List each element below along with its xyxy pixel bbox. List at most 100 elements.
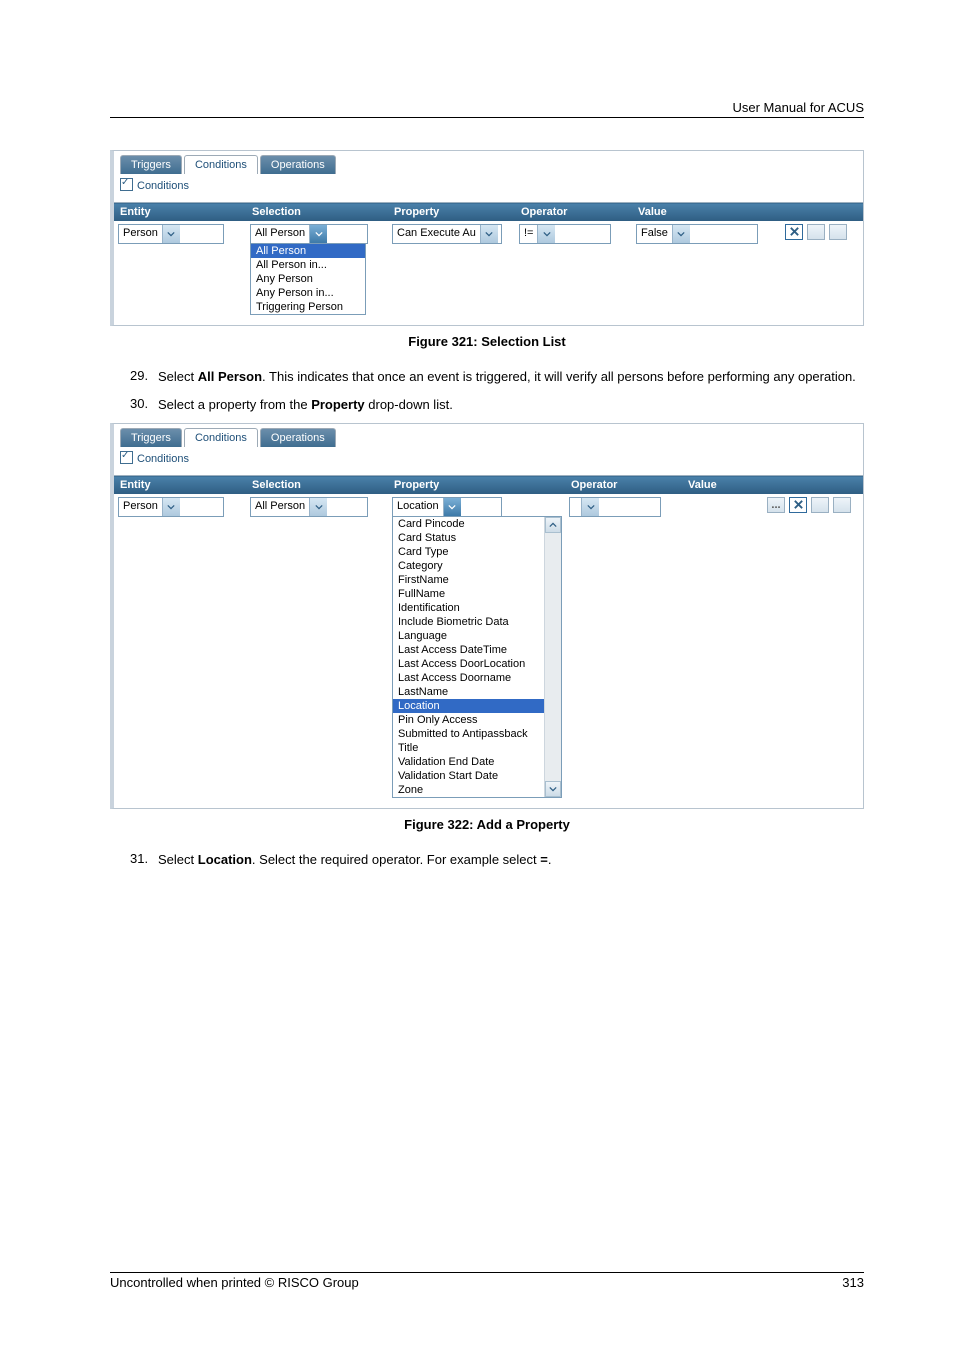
tab-bar: Triggers Conditions Operations (114, 151, 863, 174)
selection-value-text: All Person (251, 225, 309, 243)
col-operator: Operator (565, 476, 682, 495)
figure-322-caption: Figure 322: Add a Property (110, 817, 864, 832)
property-option[interactable]: FirstName (393, 573, 544, 587)
col-entity: Entity (114, 203, 246, 222)
entity-value: Person (119, 225, 162, 243)
chevron-down-icon[interactable] (581, 498, 599, 516)
property-option[interactable]: Last Access DateTime (393, 643, 544, 657)
property-option[interactable]: Validation End Date (393, 755, 544, 769)
entity-dropdown[interactable]: Person (118, 497, 224, 517)
action-button-3[interactable] (829, 224, 847, 240)
property-option[interactable]: FullName (393, 587, 544, 601)
property-option[interactable]: Identification (393, 601, 544, 615)
property-option[interactable]: LastName (393, 685, 544, 699)
table-row: Person All Person (114, 221, 863, 325)
entity-dropdown[interactable]: Person (118, 224, 224, 244)
property-option[interactable]: Last Access Doorname (393, 671, 544, 685)
property-option[interactable]: Location (393, 699, 544, 713)
tab-bar: Triggers Conditions Operations (114, 424, 863, 447)
step-31: 31. Select Location. Select the required… (130, 850, 864, 868)
operator-value-text: != (520, 225, 537, 243)
chevron-down-icon[interactable] (309, 498, 327, 516)
conditions-subheader: Conditions (114, 447, 863, 475)
chevron-down-icon[interactable] (309, 225, 327, 243)
footer-left: Uncontrolled when printed © RISCO Group (110, 1275, 359, 1290)
conditions-subheader: Conditions (114, 174, 863, 202)
scroll-down-icon[interactable] (545, 781, 561, 797)
tab-operations[interactable]: Operations (260, 428, 336, 447)
listbox-scrollbar[interactable] (544, 517, 561, 797)
selection-dropdown[interactable]: All Person (250, 497, 368, 517)
tab-triggers[interactable]: Triggers (120, 155, 182, 174)
conditions-label: Conditions (137, 453, 189, 465)
page-number: 313 (842, 1275, 864, 1290)
property-option[interactable]: Card Type (393, 545, 544, 559)
selection-option[interactable]: Any Person (251, 272, 365, 286)
action-button-4[interactable] (833, 497, 851, 513)
conditions-grid-1: Entity Selection Property Operator Value… (114, 202, 863, 325)
property-option[interactable]: Validation Start Date (393, 769, 544, 783)
col-actions (781, 203, 863, 222)
property-value-text: Location (393, 498, 443, 516)
value-text: False (637, 225, 672, 243)
value-dropdown[interactable]: False (636, 224, 758, 244)
selection-option[interactable]: Triggering Person (251, 300, 365, 314)
property-option[interactable]: Submitted to Antipassback (393, 727, 544, 741)
col-selection: Selection (246, 203, 388, 222)
col-entity: Entity (114, 476, 246, 495)
operator-dropdown[interactable] (569, 497, 661, 517)
chevron-down-icon[interactable] (162, 498, 180, 516)
scroll-up-icon[interactable] (545, 517, 561, 533)
tab-conditions[interactable]: Conditions (184, 155, 258, 174)
property-option[interactable]: Category (393, 559, 544, 573)
col-actions (763, 476, 863, 495)
figure-321-caption: Figure 321: Selection List (110, 334, 864, 349)
step-30: 30. Select a property from the Property … (130, 395, 864, 413)
action-button-3[interactable] (811, 497, 829, 513)
chevron-down-icon[interactable] (162, 225, 180, 243)
property-option[interactable]: Card Pincode (393, 517, 544, 531)
step-29: 29. Select All Person. This indicates th… (130, 367, 864, 385)
conditions-panel-1: Triggers Conditions Operations Condition… (110, 150, 864, 326)
chevron-down-icon[interactable] (672, 225, 690, 243)
col-property: Property (388, 476, 565, 495)
chevron-down-icon[interactable] (537, 225, 555, 243)
conditions-check-icon (120, 451, 133, 464)
col-operator: Operator (515, 203, 632, 222)
property-option[interactable]: Include Biometric Data (393, 615, 544, 629)
selection-option[interactable]: All Person (251, 244, 365, 258)
property-option[interactable]: Language (393, 629, 544, 643)
header-title: User Manual for ACUS (733, 100, 865, 115)
property-option[interactable]: Zone (393, 783, 544, 797)
selection-dropdown[interactable]: All Person All Person All Person in... A… (250, 224, 368, 244)
selection-option[interactable]: All Person in... (251, 258, 365, 272)
property-option[interactable]: Last Access DoorLocation (393, 657, 544, 671)
delete-row-button[interactable] (785, 224, 803, 240)
property-dropdown[interactable]: Location Card Pincode Card Status Card T… (392, 497, 502, 517)
action-button-2[interactable] (807, 224, 825, 240)
property-value-text: Can Execute Au (393, 225, 480, 243)
conditions-check-icon (120, 178, 133, 191)
chevron-down-icon[interactable] (480, 225, 498, 243)
instruction-list-2: 31. Select Location. Select the required… (130, 850, 864, 868)
tab-operations[interactable]: Operations (260, 155, 336, 174)
selection-option-list: All Person All Person in... Any Person A… (250, 243, 366, 315)
tab-conditions[interactable]: Conditions (184, 428, 258, 447)
property-option-list: Card Pincode Card Status Card Type Categ… (392, 516, 562, 798)
operator-value-text (570, 498, 581, 516)
property-option[interactable]: Card Status (393, 531, 544, 545)
property-option[interactable]: Pin Only Access (393, 713, 544, 727)
tab-triggers[interactable]: Triggers (120, 428, 182, 447)
conditions-panel-2: Triggers Conditions Operations Condition… (110, 423, 864, 809)
property-option[interactable]: Title (393, 741, 544, 755)
col-property: Property (388, 203, 515, 222)
selection-option[interactable]: Any Person in... (251, 286, 365, 300)
entity-value: Person (119, 498, 162, 516)
ellipsis-button[interactable]: ... (767, 497, 785, 513)
delete-row-button[interactable] (789, 497, 807, 513)
property-dropdown[interactable]: Can Execute Au (392, 224, 502, 244)
page-header: User Manual for ACUS (110, 100, 864, 118)
operator-dropdown[interactable]: != (519, 224, 611, 244)
chevron-down-icon[interactable] (443, 498, 461, 516)
instruction-list: 29. Select All Person. This indicates th… (130, 367, 864, 413)
